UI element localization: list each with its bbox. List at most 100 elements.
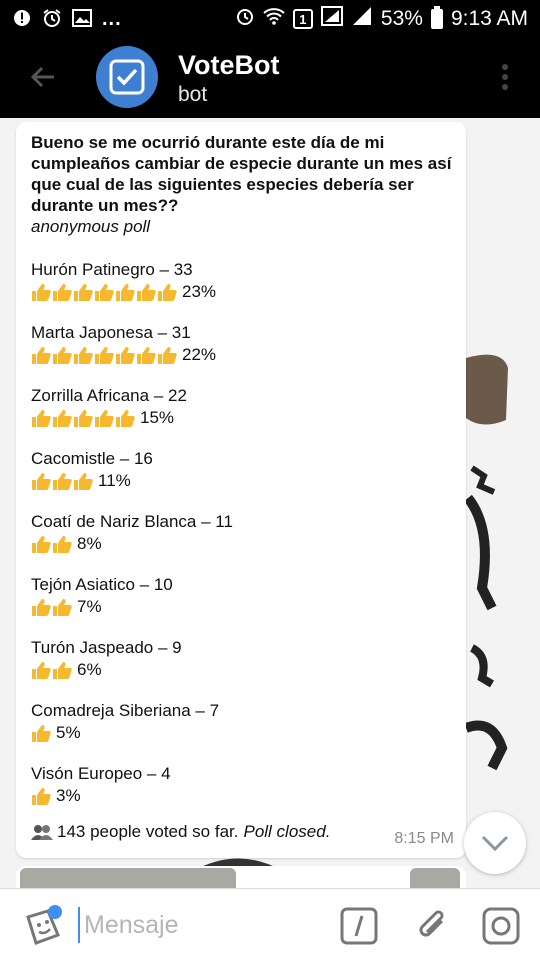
poll-option-thumbs	[31, 724, 52, 742]
signal-icon	[320, 6, 343, 32]
poll-type: anonymous poll	[31, 217, 151, 236]
thumbs-up-icon	[73, 283, 93, 301]
message-time: 8:15 PM	[394, 830, 454, 847]
poll-option-bar: 8%	[31, 533, 452, 554]
poll-option-label: Turón Jaspeado – 9	[31, 638, 182, 657]
thumbs-up-icon	[73, 346, 93, 364]
poll-option: Marta Japonesa – 31 22%	[31, 322, 452, 385]
poll-option-bar: 6%	[31, 659, 452, 680]
thumbs-up-icon	[52, 472, 72, 490]
poll-option-bar: 3%	[31, 785, 452, 806]
back-arrow-icon[interactable]	[26, 60, 60, 94]
poll-option-thumbs	[31, 661, 73, 679]
more-notifications: ...	[102, 7, 122, 30]
thumbs-up-icon	[52, 661, 72, 679]
poll-option-thumbs	[31, 283, 178, 301]
poll-option: Turón Jaspeado – 9 6%	[31, 637, 452, 700]
battery-icon	[430, 6, 443, 29]
poll-option-percent: 15%	[140, 407, 175, 427]
message-input[interactable]	[78, 907, 318, 943]
thumbs-up-icon	[31, 283, 51, 301]
thumbs-up-icon	[94, 409, 114, 427]
background-wallpaper	[463, 354, 508, 771]
thumbs-up-icon	[136, 283, 156, 301]
notification-dot	[48, 905, 62, 919]
avatar[interactable]	[96, 46, 158, 108]
poll-option: Comadreja Siberiana – 7 5%	[31, 700, 452, 763]
clock: 9:13 AM	[450, 7, 528, 30]
poll-option-label: Cacomistle – 16	[31, 449, 153, 468]
poll-option-label: Comadreja Siberiana – 7	[31, 701, 220, 720]
poll-option-percent: 7%	[77, 596, 102, 616]
thumbs-up-icon	[157, 283, 177, 301]
next-message-image-2[interactable]	[410, 868, 460, 888]
people-icon	[31, 825, 53, 840]
thumbs-up-icon	[136, 346, 156, 364]
poll-option-thumbs	[31, 787, 52, 805]
ballot-check-icon	[109, 59, 145, 95]
next-message-image[interactable]	[20, 868, 236, 888]
alarm-icon	[42, 8, 62, 31]
image-icon	[72, 8, 92, 30]
thumbs-up-icon	[73, 409, 93, 427]
poll-option-bar: 15%	[31, 407, 452, 428]
poll-question: Bueno se me ocurrió durante este día de …	[31, 133, 452, 215]
thumbs-up-icon	[52, 598, 72, 616]
thumbs-up-icon	[94, 346, 114, 364]
thumbs-up-icon	[31, 598, 51, 616]
thumbs-up-icon	[157, 346, 177, 364]
poll-option-bar: 5%	[31, 722, 452, 743]
poll-option-bar: 7%	[31, 596, 452, 617]
more-vert-icon[interactable]	[502, 64, 510, 90]
thumbs-up-icon	[31, 409, 51, 427]
thumbs-up-icon	[31, 346, 51, 364]
chevron-down-icon	[481, 835, 509, 852]
slash-command-icon[interactable]	[340, 907, 378, 945]
poll-option-bar: 23%	[31, 281, 452, 302]
thumbs-up-icon	[31, 724, 51, 742]
chat-subtitle: bot	[178, 83, 208, 106]
poll-option-thumbs	[31, 472, 94, 490]
poll-option-label: Tejón Asiatico – 10	[31, 575, 173, 594]
alarm-icon	[235, 6, 255, 32]
poll-option: Cacomistle – 16 11%	[31, 448, 452, 511]
chat-title[interactable]: VoteBot	[178, 50, 280, 81]
poll-option-percent: 23%	[182, 281, 217, 301]
thumbs-up-icon	[52, 346, 72, 364]
poll-closed: Poll closed.	[243, 822, 331, 841]
poll-option-percent: 11%	[98, 470, 131, 490]
poll-option-percent: 5%	[56, 722, 81, 742]
poll-message[interactable]: Bueno se me ocurrió durante este día de …	[16, 122, 466, 858]
poll-option-thumbs	[31, 346, 178, 364]
thumbs-up-icon	[94, 283, 114, 301]
poll-option: Visón Europeo – 4 3%	[31, 763, 452, 826]
thumbs-up-icon	[31, 535, 51, 553]
poll-option-thumbs	[31, 409, 136, 427]
sim-badge: 1	[292, 9, 313, 29]
thumbs-up-icon	[115, 283, 135, 301]
camera-icon[interactable]	[482, 907, 520, 945]
poll-option-label: Marta Japonesa – 31	[31, 323, 191, 342]
thumbs-up-icon	[115, 409, 135, 427]
poll-options: Hurón Patinegro – 33 23% Marta Japonesa – …	[31, 259, 452, 826]
message-input-bar	[0, 888, 540, 960]
poll-option-percent: 3%	[56, 785, 81, 805]
chat-header: VoteBot bot	[0, 38, 540, 118]
status-bar: ... 1 53% 9:13 AM	[0, 0, 540, 38]
poll-option-label: Hurón Patinegro – 33	[31, 260, 193, 279]
poll-option: Hurón Patinegro – 33 23%	[31, 259, 452, 322]
poll-option-bar: 22%	[31, 344, 452, 365]
poll-option-label: Coatí de Nariz Blanca – 11	[31, 512, 233, 531]
poll-option-thumbs	[31, 598, 73, 616]
poll-option-bar: 11%	[31, 470, 452, 491]
thumbs-up-icon	[73, 472, 93, 490]
poll-option-percent: 8%	[77, 533, 102, 553]
thumbs-up-icon	[52, 535, 72, 553]
thumbs-up-icon	[31, 661, 51, 679]
signal-bars-icon	[351, 6, 373, 32]
scroll-down-button[interactable]	[464, 812, 526, 874]
wifi-icon	[263, 6, 285, 32]
chat-area[interactable]: Bueno se me ocurrió durante este día de …	[0, 118, 540, 888]
attach-icon[interactable]	[414, 907, 452, 945]
poll-option-thumbs	[31, 535, 73, 553]
